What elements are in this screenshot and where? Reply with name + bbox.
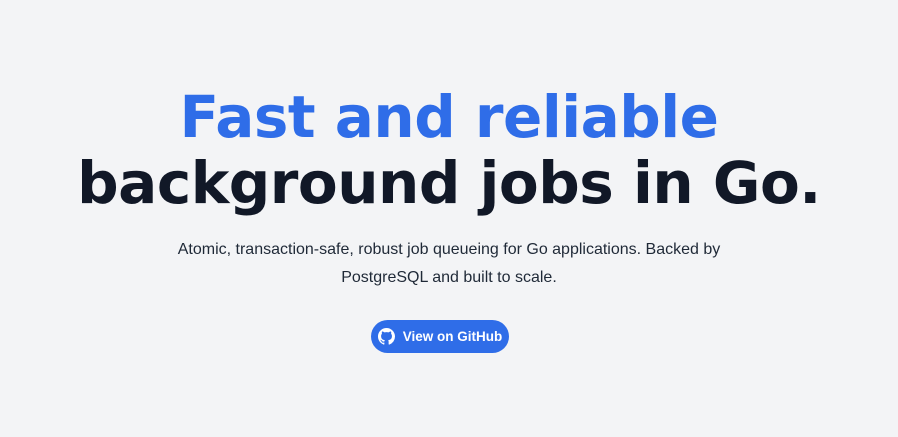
headline-main: background jobs in Go. xyxy=(77,149,821,217)
view-on-github-label: View on GitHub xyxy=(402,329,503,344)
hero-subtitle: Atomic, transaction-safe, robust job que… xyxy=(177,241,721,286)
hero-headline: Fast and reliable background jobs in Go. xyxy=(0,84,898,216)
headline-accent: Fast and reliable xyxy=(179,83,719,151)
github-icon xyxy=(377,328,395,345)
hero-section: Fast and reliable background jobs in Go.… xyxy=(0,0,898,437)
view-on-github-button[interactable]: View on GitHub xyxy=(371,320,509,353)
